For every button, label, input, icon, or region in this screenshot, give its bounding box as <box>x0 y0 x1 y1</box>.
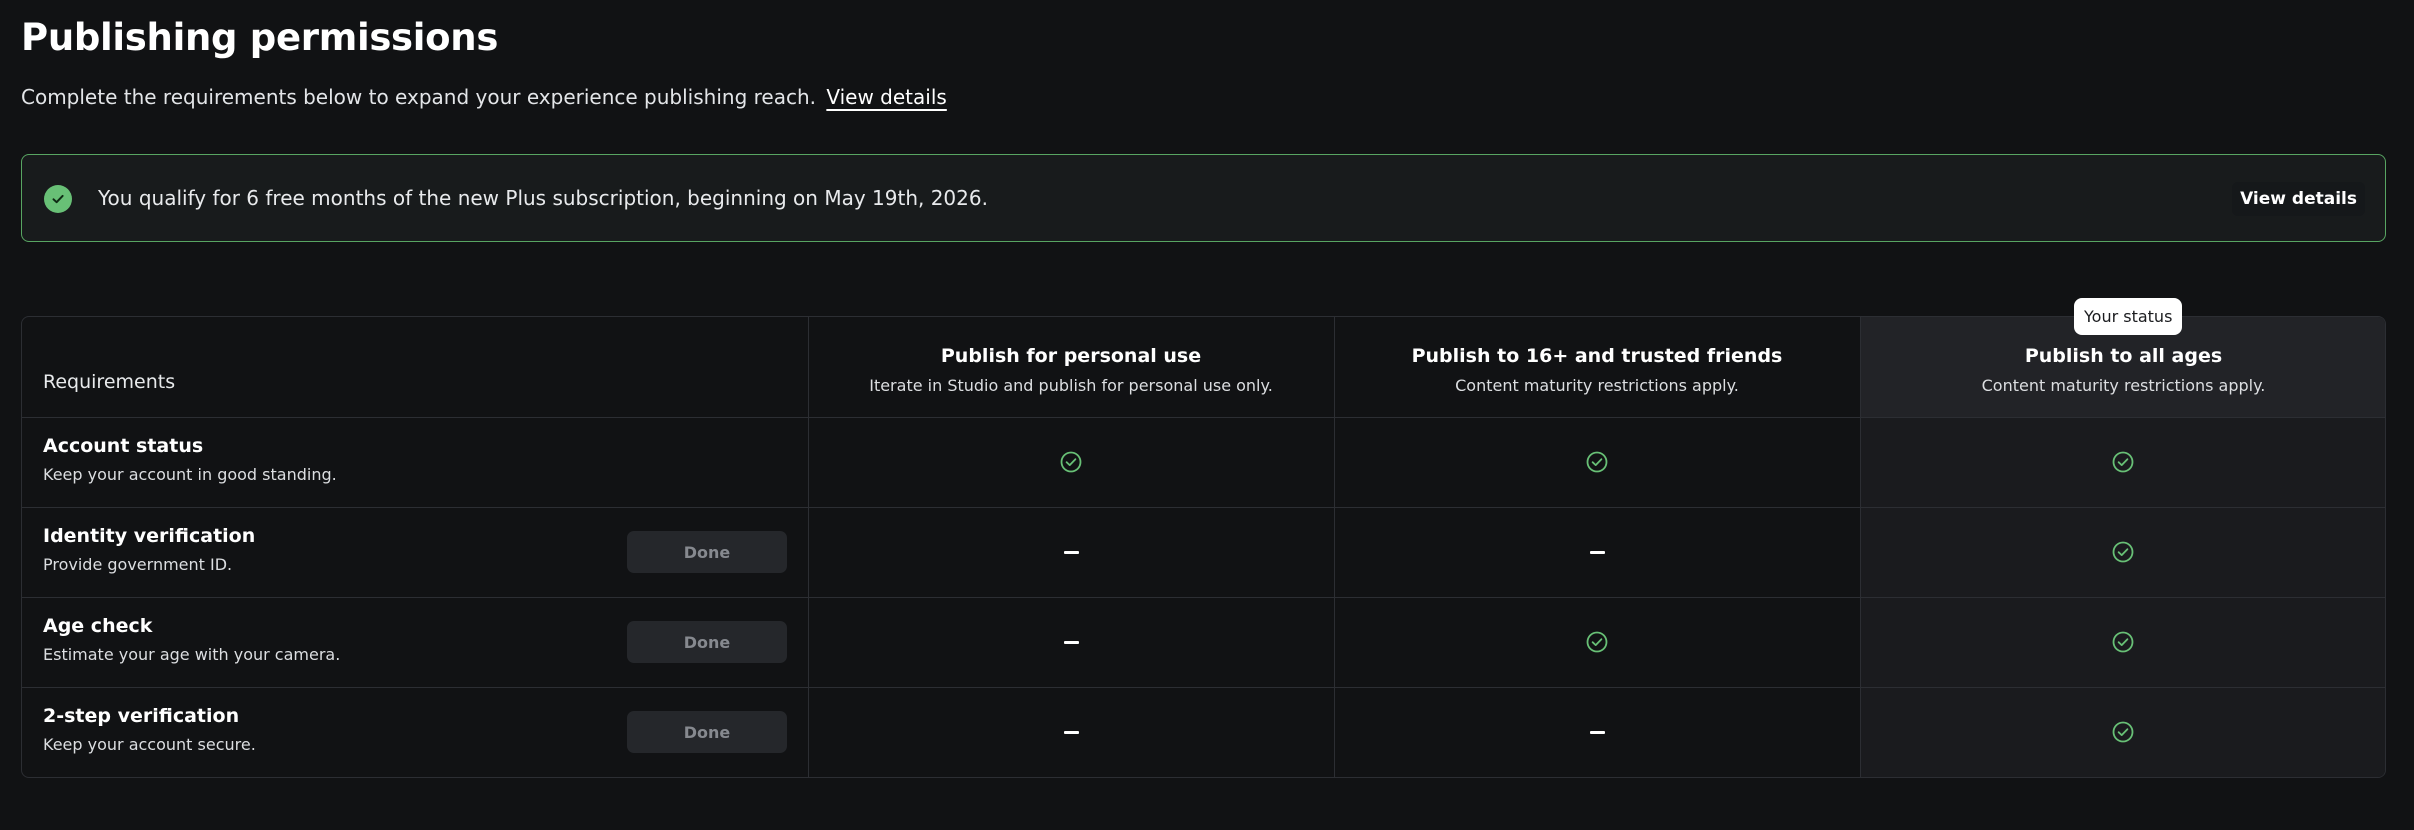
row-divider <box>22 507 2385 508</box>
page-title: Publishing permissions <box>21 16 499 59</box>
banner-message: You qualify for 6 free months of the new… <box>98 186 988 210</box>
check-circle-icon <box>2112 541 2134 563</box>
check-circle-icon <box>2112 721 2134 743</box>
column-header-all-ages: Publish to all ages Content maturity res… <box>1860 345 2385 395</box>
subtitle-text: Complete the requirements below to expan… <box>21 85 816 109</box>
dash-icon <box>1063 731 1079 734</box>
requirement-title: Age check <box>43 615 153 637</box>
row-divider <box>22 687 2385 688</box>
requirement-title: 2-step verification <box>43 705 240 727</box>
identity-verification-done-button[interactable]: Done <box>627 531 787 573</box>
requirements-header: Requirements <box>43 371 176 393</box>
dash-icon <box>1589 551 1605 554</box>
dash-icon <box>1063 551 1079 554</box>
page-subtitle: Complete the requirements below to expan… <box>21 85 947 109</box>
column-header-personal: Publish for personal use Iterate in Stud… <box>808 345 1334 395</box>
page: Publishing permissions Complete the requ… <box>0 0 2414 830</box>
requirement-description: Keep your account in good standing. <box>43 465 337 484</box>
two-step-verification-done-button[interactable]: Done <box>627 711 787 753</box>
column-header-16-plus: Publish to 16+ and trusted friends Conte… <box>1334 345 1860 395</box>
requirement-description: Keep your account secure. <box>43 735 256 754</box>
column-heading: Publish for personal use <box>940 345 1202 367</box>
check-circle-icon <box>44 185 72 213</box>
row-divider <box>22 597 2385 598</box>
column-description: Content maturity restrictions apply. <box>1455 376 1739 395</box>
requirement-description: Provide government ID. <box>43 555 233 574</box>
your-status-tooltip: Your status <box>2074 298 2183 335</box>
column-heading: Publish to all ages <box>2024 345 2223 367</box>
check-circle-icon <box>1060 451 1082 473</box>
view-details-link[interactable]: View details <box>826 85 946 109</box>
dash-icon <box>1063 641 1079 644</box>
age-check-done-button[interactable]: Done <box>627 621 787 663</box>
check-circle-icon <box>2112 631 2134 653</box>
check-circle-icon <box>1586 631 1608 653</box>
requirement-title: Identity verification <box>43 525 256 547</box>
column-description: Content maturity restrictions apply. <box>1981 376 2266 395</box>
row-divider <box>22 417 2385 418</box>
check-circle-icon <box>1586 451 1608 473</box>
dash-icon <box>1589 731 1605 734</box>
subscription-banner: You qualify for 6 free months of the new… <box>21 154 2386 242</box>
requirement-title: Account status <box>43 435 204 457</box>
permissions-table: Requirements Publish for personal use It… <box>21 316 2386 778</box>
check-circle-icon <box>2112 451 2134 473</box>
requirement-description: Estimate your age with your camera. <box>43 645 341 664</box>
banner-view-details-button[interactable]: View details <box>2232 182 2365 216</box>
column-description: Iterate in Studio and publish for person… <box>869 376 1273 395</box>
column-heading: Publish to 16+ and trusted friends <box>1411 345 1783 367</box>
